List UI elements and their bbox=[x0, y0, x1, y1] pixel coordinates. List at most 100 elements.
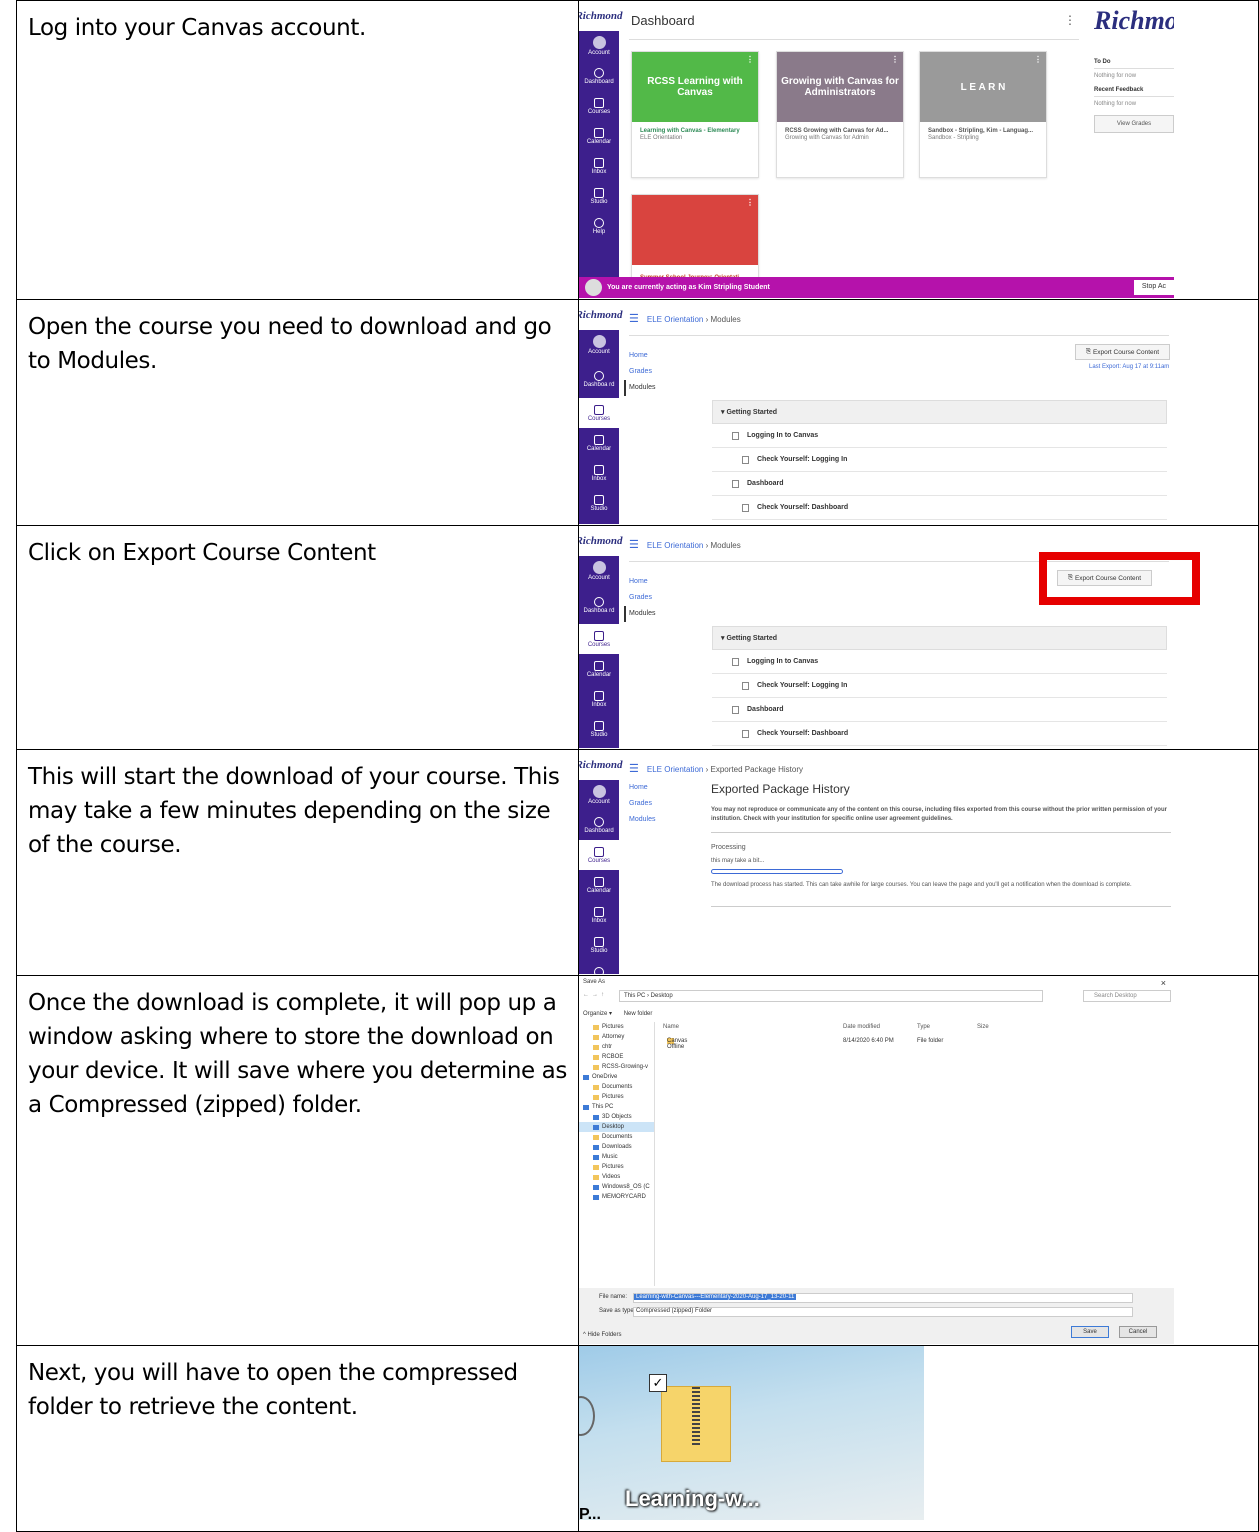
view-grades-button[interactable]: View Grades bbox=[1094, 115, 1174, 133]
canvas-logo[interactable]: Richmond bbox=[579, 750, 623, 780]
zip-folder-icon[interactable] bbox=[661, 1386, 731, 1462]
tree-item-selected[interactable]: Desktop bbox=[579, 1122, 654, 1132]
save-type-select[interactable]: Compressed (zipped) Folder bbox=[633, 1307, 1133, 1317]
breadcrumb-course[interactable]: ELE Orientation bbox=[647, 541, 703, 550]
search-input[interactable]: Search Desktop bbox=[1083, 990, 1171, 1002]
course-nav-grades[interactable]: Grades bbox=[629, 590, 655, 606]
nav-inbox[interactable]: Inbox bbox=[579, 684, 619, 714]
nav-calendar[interactable]: Calendar bbox=[579, 121, 619, 151]
tree-item[interactable]: chtr bbox=[579, 1042, 654, 1052]
breadcrumb-course[interactable]: ELE Orientation bbox=[647, 315, 703, 324]
card-options-icon[interactable]: ⋮ bbox=[891, 55, 899, 64]
nav-inbox[interactable]: Inbox bbox=[579, 151, 619, 181]
course-nav-grades[interactable]: Grades bbox=[629, 364, 655, 380]
module-header[interactable]: ▾ Getting Started bbox=[712, 626, 1167, 650]
card-title[interactable]: RCSS Growing with Canvas for Ad... bbox=[777, 122, 903, 135]
module-item[interactable]: Check Yourself: Logging In bbox=[712, 674, 1167, 698]
nav-inbox[interactable]: Inbox bbox=[579, 458, 619, 488]
module-item[interactable]: Check Yourself: Dashboard bbox=[712, 496, 1167, 520]
dashboard-options-icon[interactable]: ⋮ bbox=[1064, 13, 1076, 27]
course-card[interactable]: L E A R N ⋮ Sandbox - Stripling, Kim - La… bbox=[919, 51, 1047, 178]
tree-item[interactable]: RCSS-Growing-v bbox=[579, 1062, 654, 1072]
tree-item[interactable]: Documents bbox=[579, 1082, 654, 1092]
nav-account[interactable]: Account bbox=[579, 31, 619, 61]
course-card[interactable]: RCSS Learning with Canvas ⋮ Learning with… bbox=[631, 51, 759, 178]
course-nav-modules[interactable]: Modules bbox=[624, 380, 655, 396]
save-button[interactable]: Save bbox=[1071, 1326, 1109, 1338]
file-name-input[interactable]: Learning-with-Canvas---Elementary-2020-A… bbox=[633, 1293, 1133, 1303]
tree-item[interactable]: This PC bbox=[579, 1102, 654, 1112]
course-nav-home[interactable]: Home bbox=[629, 574, 655, 590]
nav-studio[interactable]: Studio bbox=[579, 488, 619, 518]
checkbox-icon[interactable]: ✓ bbox=[649, 1374, 667, 1392]
nav-help[interactable]: Help bbox=[579, 211, 619, 241]
column-type[interactable]: Type bbox=[917, 1024, 930, 1030]
course-nav-modules[interactable]: Modules bbox=[624, 606, 655, 622]
nav-courses[interactable]: Courses bbox=[579, 840, 619, 870]
tree-item[interactable]: Music bbox=[579, 1152, 654, 1162]
card-title[interactable]: Learning with Canvas - Elementary bbox=[632, 122, 758, 135]
menu-icon[interactable]: ☰ bbox=[629, 539, 639, 551]
tree-item[interactable]: Windows8_OS (C bbox=[579, 1182, 654, 1192]
nav-studio[interactable]: Studio bbox=[579, 181, 619, 211]
tree-item[interactable]: OneDrive bbox=[579, 1072, 654, 1082]
nav-calendar[interactable]: Calendar bbox=[579, 870, 619, 900]
nav-account[interactable]: Account bbox=[579, 556, 619, 586]
module-item[interactable]: Logging In to Canvas bbox=[712, 424, 1167, 448]
nav-dashboard[interactable]: Dashboard bbox=[579, 810, 619, 840]
stop-acting-button[interactable]: Stop Ac bbox=[1133, 280, 1174, 295]
course-nav-grades[interactable]: Grades bbox=[629, 796, 655, 812]
column-name[interactable]: Name bbox=[663, 1024, 679, 1030]
canvas-logo[interactable]: Richmond bbox=[579, 1, 623, 31]
nav-dashboard[interactable]: Dashboa rd bbox=[579, 586, 619, 624]
tree-item[interactable]: RCBOE bbox=[579, 1052, 654, 1062]
card-options-icon[interactable]: ⋮ bbox=[746, 55, 754, 64]
column-date[interactable]: Date modified bbox=[843, 1024, 880, 1030]
card-options-icon[interactable]: ⋮ bbox=[1034, 55, 1042, 64]
module-header[interactable]: ▾ Getting Started bbox=[712, 400, 1167, 424]
hide-folders-toggle[interactable]: ^ Hide Folders bbox=[583, 1332, 622, 1338]
canvas-logo[interactable]: Richmond bbox=[579, 300, 623, 330]
module-item[interactable]: Check Yourself: Logging In bbox=[712, 448, 1167, 472]
canvas-logo[interactable]: Richmond bbox=[579, 526, 623, 556]
nav-studio[interactable]: Studio bbox=[579, 714, 619, 744]
nav-studio[interactable]: Studio bbox=[579, 930, 619, 960]
tree-item[interactable]: Attorney bbox=[579, 1032, 654, 1042]
organize-button[interactable]: Organize ▾ bbox=[583, 1011, 612, 1017]
nav-help[interactable]: Help bbox=[579, 960, 619, 974]
nav-courses[interactable]: Courses bbox=[579, 398, 619, 428]
nav-arrows[interactable]: ←→↑ bbox=[583, 992, 607, 998]
module-item[interactable]: Check Yourself: Dashboard bbox=[712, 722, 1167, 746]
cancel-button[interactable]: Cancel bbox=[1119, 1326, 1157, 1338]
module-item[interactable]: Logging In to Canvas bbox=[712, 650, 1167, 674]
nav-account[interactable]: Account bbox=[579, 330, 619, 360]
file-row[interactable]: Canvas Offline 8/14/2020 6:40 PM File fo… bbox=[667, 1038, 967, 1050]
new-folder-button[interactable]: New folder bbox=[624, 1011, 653, 1017]
card-title[interactable]: Sandbox - Stripling, Kim - Languag... bbox=[920, 122, 1046, 135]
tree-item[interactable]: MEMORYCARD bbox=[579, 1192, 654, 1202]
last-export-link[interactable]: Last Export: Aug 17 at 9:11am bbox=[1089, 364, 1169, 370]
nav-calendar[interactable]: Calendar bbox=[579, 654, 619, 684]
tree-item[interactable]: Pictures bbox=[579, 1092, 654, 1102]
tree-item[interactable]: Downloads bbox=[579, 1142, 654, 1152]
nav-account[interactable]: Account bbox=[579, 780, 619, 810]
address-bar[interactable]: This PC › Desktop bbox=[619, 990, 1043, 1002]
course-card[interactable]: Growing with Canvas for Administrators ⋮ … bbox=[776, 51, 904, 178]
module-item[interactable]: Dashboard bbox=[712, 698, 1167, 722]
module-item[interactable]: Dashboard bbox=[712, 472, 1167, 496]
menu-icon[interactable]: ☰ bbox=[629, 763, 639, 775]
course-nav-modules[interactable]: Modules bbox=[629, 812, 655, 828]
tree-item[interactable]: 3D Objects bbox=[579, 1112, 654, 1122]
menu-icon[interactable]: ☰ bbox=[629, 313, 639, 325]
tree-item[interactable]: Videos bbox=[579, 1172, 654, 1182]
nav-dashboard[interactable]: Dashboard bbox=[579, 61, 619, 91]
nav-dashboard[interactable]: Dashboa rd bbox=[579, 360, 619, 398]
export-course-content-button[interactable]: ⎘ Export Course Content bbox=[1057, 570, 1152, 586]
tree-item[interactable]: Documents bbox=[579, 1132, 654, 1142]
nav-calendar[interactable]: Calendar bbox=[579, 428, 619, 458]
column-size[interactable]: Size bbox=[977, 1024, 989, 1030]
nav-courses[interactable]: Courses bbox=[579, 624, 619, 654]
breadcrumb-course[interactable]: ELE Orientation bbox=[647, 765, 703, 774]
nav-inbox[interactable]: Inbox bbox=[579, 900, 619, 930]
course-nav-home[interactable]: Home bbox=[629, 348, 655, 364]
